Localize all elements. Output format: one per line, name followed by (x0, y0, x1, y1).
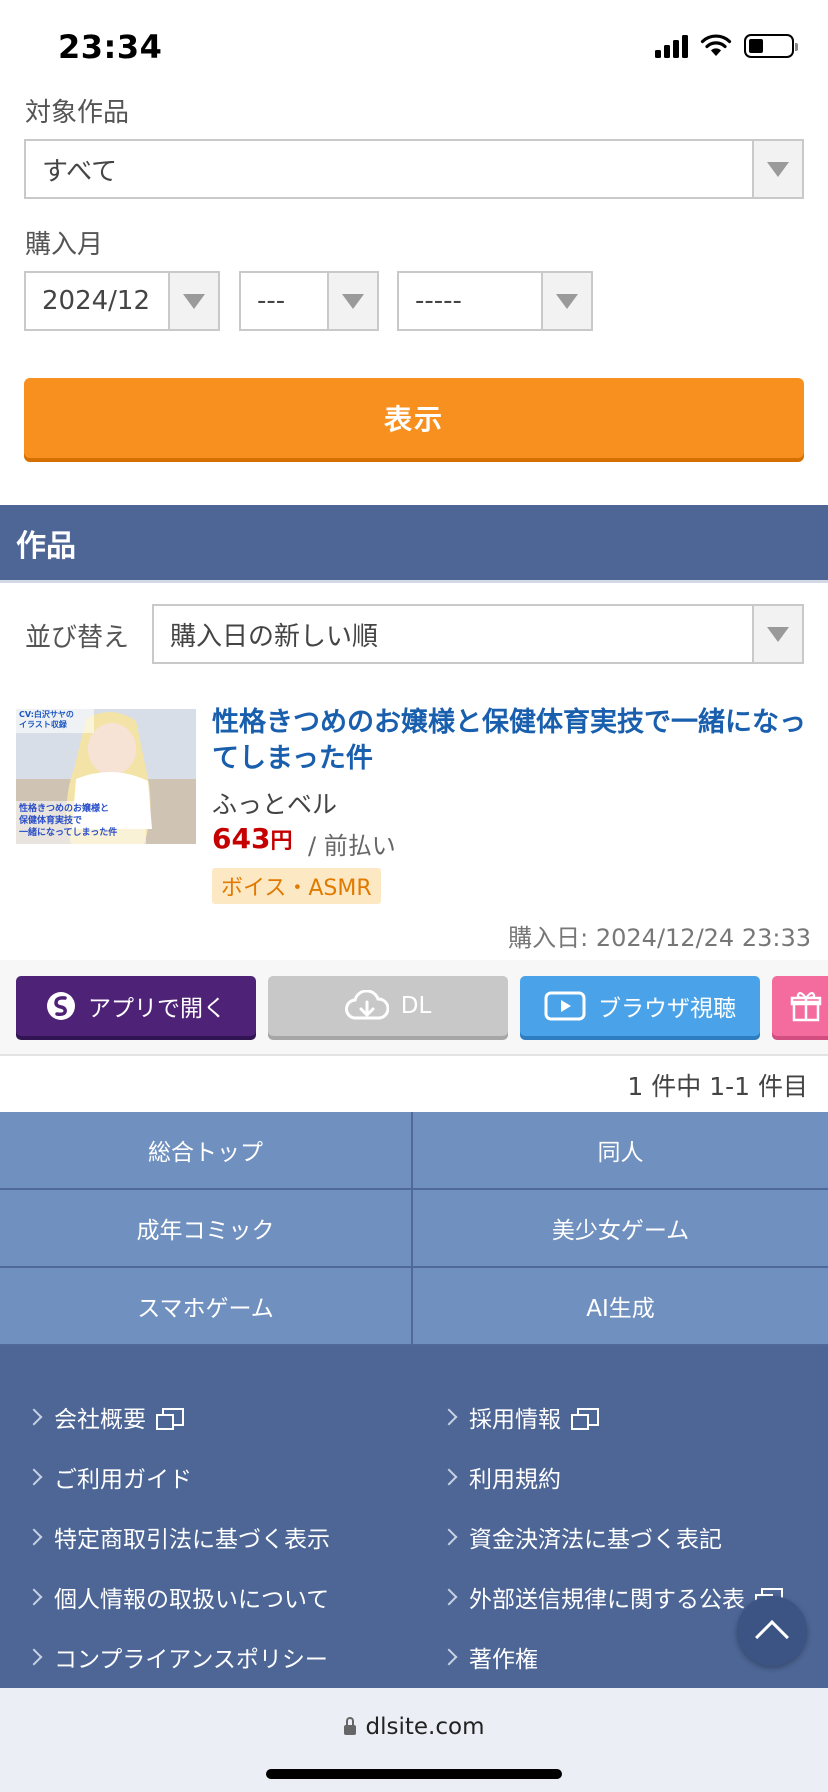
purchase-month-select[interactable]: 2024/12 (24, 271, 220, 331)
chevron-right-icon (440, 1468, 458, 1486)
footer-link-label: 特定商取引法に基づく表示 (54, 1527, 330, 1553)
category-link-ai-generated[interactable]: AI生成 (413, 1268, 828, 1346)
footer: 会社概要 ご利用ガイド 特定商取引法に基づく表示 個人情報の取扱いについて コン… (0, 1346, 828, 1688)
section-header: 作品 (0, 505, 828, 583)
dropdown-arrow-icon (168, 273, 218, 329)
show-button[interactable]: 表示 (24, 378, 804, 458)
sort-label: 並び替え (25, 623, 130, 653)
chevron-right-icon (25, 1528, 43, 1546)
footer-link-payment-law[interactable]: 資金決済法に基づく表記 (440, 1520, 722, 1554)
purchase-month-value: 2024/12 (42, 286, 151, 316)
footer-link-label: 資金決済法に基づく表記 (469, 1527, 722, 1553)
thumbnail-caption-top: CV:白沢サヤの イラスト収録 (19, 710, 74, 729)
target-work-value: すべて (42, 156, 118, 187)
product-maker[interactable]: ふっとベル (212, 785, 337, 821)
cloud-download-icon (344, 990, 389, 1020)
url-text: dlsite.com (365, 1714, 485, 1740)
home-indicator (266, 1769, 562, 1779)
chevron-right-icon (440, 1648, 458, 1666)
footer-link-external-transmission[interactable]: 外部送信規律に関する公表 (440, 1580, 783, 1614)
play-icon (544, 991, 586, 1021)
price-value: 643 (212, 822, 271, 855)
open-in-app-button[interactable]: アプリで開く (16, 976, 256, 1036)
gift-icon (790, 991, 822, 1022)
battery-icon (744, 34, 798, 58)
chevron-up-icon (755, 1620, 789, 1654)
result-count: 1 件中 1-1 件目 (627, 1072, 808, 1101)
category-nav: 総合トップ 同人 成年コミック 美少女ゲーム スマホゲーム AI生成 (0, 1112, 828, 1346)
browser-view-button[interactable]: ブラウザ視聴 (520, 976, 760, 1036)
category-link-adult-comic[interactable]: 成年コミック (0, 1190, 413, 1268)
product-price: 643円 (212, 822, 292, 855)
footer-link-label: 著作権 (469, 1647, 538, 1673)
chevron-right-icon (440, 1528, 458, 1546)
footer-link-recruit[interactable]: 採用情報 (440, 1400, 599, 1434)
dropdown-arrow-icon (752, 606, 802, 662)
footer-link-label: 外部送信規律に関する公表 (469, 1587, 745, 1613)
footer-link-label: 個人情報の取扱いについて (54, 1587, 330, 1613)
browser-view-label: ブラウザ視聴 (598, 996, 736, 1022)
app-logo-icon (47, 992, 75, 1020)
action-row: アプリで開く DL ブラウザ視聴 (0, 960, 828, 1056)
external-link-icon (571, 1408, 599, 1430)
download-label: DL (400, 993, 432, 1019)
cellular-signal-icon (655, 34, 688, 58)
footer-link-label: ご利用ガイド (54, 1467, 192, 1493)
chevron-right-icon (25, 1468, 43, 1486)
payment-type: / 前払い (308, 832, 396, 860)
category-link-smartphone-game[interactable]: スマホゲーム (0, 1268, 413, 1346)
chevron-right-icon (440, 1408, 458, 1426)
download-button[interactable]: DL (268, 976, 508, 1036)
category-link-doujin[interactable]: 同人 (413, 1112, 828, 1190)
product-title[interactable]: 性格きつめのお嬢様と保健体育実技で一緒になってしまった件 (212, 705, 812, 777)
footer-link-copyright[interactable]: 著作権 (440, 1640, 538, 1674)
footer-link-company[interactable]: 会社概要 (25, 1400, 184, 1434)
third-filter-value: ----- (415, 286, 462, 316)
status-time: 23:34 (58, 28, 163, 66)
chevron-right-icon (25, 1408, 43, 1426)
footer-link-guide[interactable]: ご利用ガイド (25, 1460, 192, 1494)
chevron-right-icon (25, 1588, 43, 1606)
dropdown-arrow-icon (541, 273, 591, 329)
sort-select[interactable]: 購入日の新しい順 (152, 604, 804, 664)
price-unit: 円 (270, 829, 293, 854)
dropdown-arrow-icon (327, 273, 377, 329)
wifi-icon (700, 34, 732, 56)
lock-icon (343, 1717, 356, 1735)
footer-link-label: 採用情報 (469, 1407, 561, 1433)
purchase-date: 購入日: 2024/12/24 23:33 (508, 924, 811, 952)
url-field[interactable]: dlsite.com (0, 1714, 828, 1740)
footer-link-label: 会社概要 (54, 1407, 146, 1433)
status-bar: 23:34 (0, 0, 828, 100)
second-filter-value: --- (257, 286, 286, 316)
target-work-select[interactable]: すべて (24, 139, 804, 199)
external-link-icon (156, 1408, 184, 1430)
sort-value: 購入日の新しい順 (170, 621, 379, 652)
status-icons (655, 34, 798, 58)
third-filter-select[interactable]: ----- (397, 271, 593, 331)
footer-link-commerce-law[interactable]: 特定商取引法に基づく表示 (25, 1520, 330, 1554)
genre-badge: ボイス・ASMR (212, 868, 381, 904)
thumbnail-caption-bottom: 性格きつめのお嬢様と 保健体育実技で 一緒になってしまった件 (19, 804, 118, 838)
category-link-bishoujo-game[interactable]: 美少女ゲーム (413, 1190, 828, 1268)
product-thumbnail[interactable]: CV:白沢サヤの イラスト収録 性格きつめのお嬢様と 保健体育実技で 一緒になっ… (16, 709, 196, 844)
footer-link-compliance[interactable]: コンプライアンスポリシー (25, 1640, 328, 1674)
dropdown-arrow-icon (752, 141, 802, 197)
open-in-app-label: アプリで開く (88, 996, 226, 1022)
purchase-month-label: 購入月 (25, 230, 104, 260)
target-work-label: 対象作品 (25, 98, 130, 128)
footer-link-terms[interactable]: 利用規約 (440, 1460, 561, 1494)
scroll-to-top-button[interactable] (737, 1596, 807, 1666)
category-link-top[interactable]: 総合トップ (0, 1112, 413, 1190)
footer-link-privacy[interactable]: 個人情報の取扱いについて (25, 1580, 330, 1614)
gift-button[interactable] (772, 976, 828, 1036)
second-filter-select[interactable]: --- (239, 271, 379, 331)
chevron-right-icon (440, 1588, 458, 1606)
footer-link-label: 利用規約 (469, 1467, 561, 1493)
chevron-right-icon (25, 1648, 43, 1666)
browser-address-bar: dlsite.com (0, 1688, 828, 1792)
footer-link-label: コンプライアンスポリシー (54, 1647, 328, 1673)
